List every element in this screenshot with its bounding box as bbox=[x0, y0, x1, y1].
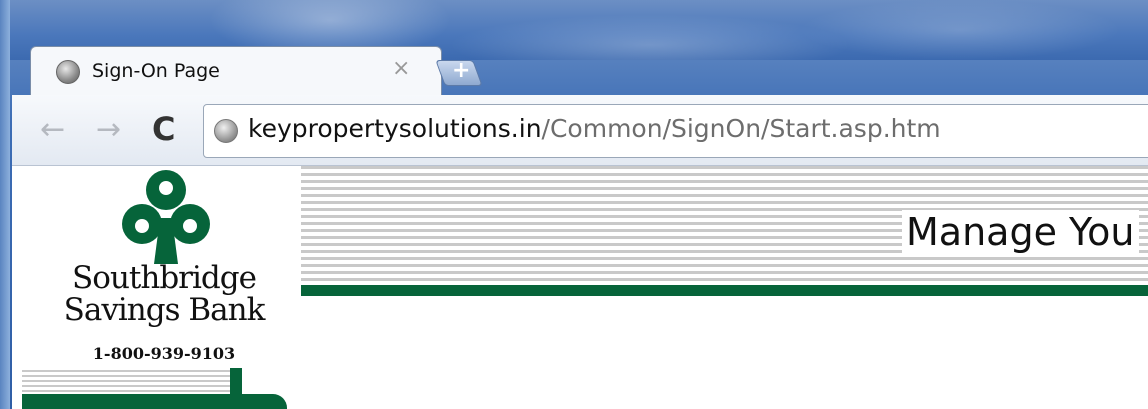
page-heading: Manage You bbox=[902, 210, 1139, 254]
reload-button[interactable]: C bbox=[152, 110, 175, 148]
bank-phone: 1-800-939-9103 bbox=[92, 344, 236, 363]
url-host: keypropertysolutions.in bbox=[248, 114, 542, 143]
url-text[interactable]: keypropertysolutions.in/Common/SignOn/St… bbox=[248, 114, 941, 143]
header-green-bar bbox=[301, 285, 1148, 296]
bank-name-line2: Savings Bank bbox=[63, 292, 266, 328]
page-globe-icon bbox=[214, 119, 238, 143]
bank-name-line1: Southbridge bbox=[72, 260, 257, 296]
nav-stripes bbox=[22, 370, 232, 394]
bank-name: Southbridge Savings Bank bbox=[44, 262, 284, 326]
forward-button[interactable]: → bbox=[96, 112, 121, 147]
close-tab-icon[interactable]: × bbox=[392, 58, 410, 80]
url-path: /Common/SignOn/Start.asp.htm bbox=[541, 114, 941, 143]
window-border bbox=[0, 0, 10, 409]
plus-icon: + bbox=[452, 58, 471, 83]
tab-title: Sign-On Page bbox=[92, 60, 220, 82]
globe-icon bbox=[56, 60, 80, 84]
clover-logo-icon bbox=[122, 170, 210, 264]
back-button[interactable]: ← bbox=[40, 112, 65, 147]
nav-green-bar bbox=[22, 394, 287, 409]
